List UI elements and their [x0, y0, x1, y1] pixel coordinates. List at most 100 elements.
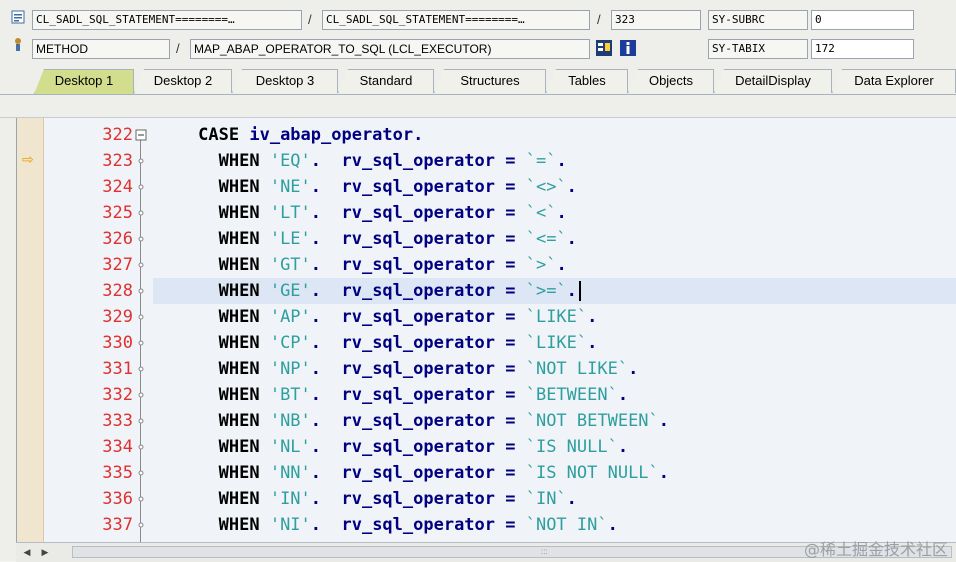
code-line[interactable]: WHEN 'NB'. rv_sql_operator = `NOT BETWEE… [147, 408, 956, 434]
string-literal: `>` [525, 255, 557, 275]
keyword: WHEN [147, 385, 270, 405]
code-line[interactable]: WHEN 'NL'. rv_sql_operator = `IS NULL`. [147, 434, 956, 460]
line-number: 336 [102, 489, 133, 509]
line-number: 326 [102, 229, 133, 249]
watermark: @稀土掘金技术社区 [803, 540, 948, 559]
code-line[interactable]: WHEN 'EQ'. rv_sql_operator = `=`. [147, 148, 956, 174]
tab-data-explorer[interactable]: Data Explorer [832, 69, 956, 93]
string-literal: `IN` [525, 489, 567, 509]
tab-detail-display[interactable]: DetailDisplay [714, 69, 832, 93]
keyword: WHEN [147, 307, 270, 327]
code-line[interactable]: WHEN 'NN'. rv_sql_operator = `IS NOT NUL… [147, 460, 956, 486]
source-code-editor[interactable]: 322 CASE iv_abap_operator. ⇨ 323 WHEN 'EQ'… [16, 118, 956, 542]
breakpoint-gutter[interactable] [17, 118, 44, 542]
code-line[interactable]: WHEN 'AP'. rv_sql_operator = `LIKE`. [147, 304, 956, 330]
code-line[interactable]: WHEN 'IN'. rv_sql_operator = `IN`. [147, 486, 956, 512]
variable-name-field[interactable]: SY-TABIX [708, 39, 808, 59]
assignment: . rv_sql_operator = [310, 203, 526, 223]
code-line[interactable]: WHEN 'NE'. rv_sql_operator = `<>`. [147, 174, 956, 200]
fold-node-icon [135, 304, 147, 330]
string-literal: 'CP' [269, 333, 311, 353]
tab-desktop-2[interactable]: Desktop 2 [134, 69, 232, 93]
period: . [566, 489, 577, 509]
info-icon[interactable] [620, 40, 636, 56]
string-literal: `>=` [525, 281, 567, 301]
fold-collapse-icon[interactable] [135, 122, 147, 148]
period: . [556, 255, 567, 275]
code-line[interactable]: WHEN 'CP'. rv_sql_operator = `LIKE`. [147, 330, 956, 356]
assignment: . rv_sql_operator = [310, 333, 526, 353]
program-icon[interactable] [10, 10, 26, 26]
line-number: 322 [102, 125, 133, 145]
period: . [566, 229, 577, 249]
period: . [566, 281, 577, 301]
tab-objects[interactable]: Objects [628, 69, 714, 93]
code-line[interactable]: CASE iv_abap_operator. [147, 122, 956, 148]
code-line[interactable]: WHEN 'LE'. rv_sql_operator = `<=`. [147, 226, 956, 252]
scrollbar-grip-icon[interactable]: ::: [541, 547, 548, 557]
variable-name-field[interactable]: SY-SUBRC [708, 10, 808, 30]
string-literal: 'LT' [269, 203, 311, 223]
tab-desktop-3[interactable]: Desktop 3 [232, 69, 338, 93]
line-number: 327 [102, 255, 133, 275]
tab-desktop-1[interactable]: Desktop 1 [34, 69, 134, 94]
string-literal: `IS NOT NULL` [525, 463, 659, 483]
string-literal: 'GT' [269, 255, 311, 275]
period: . [556, 151, 567, 171]
program-field[interactable]: CL_SADL_SQL_STATEMENT========… [32, 10, 302, 30]
string-literal: 'IN' [269, 489, 311, 509]
assignment: . rv_sql_operator = [310, 359, 526, 379]
assignment: . rv_sql_operator = [310, 385, 526, 405]
fold-node-icon [135, 252, 147, 278]
period: . [556, 203, 567, 223]
fold-node-icon [135, 278, 147, 304]
include-field[interactable]: CL_SADL_SQL_STATEMENT========… [322, 10, 590, 30]
fold-node-icon [135, 512, 147, 538]
variable-value-field[interactable]: 0 [811, 10, 914, 30]
assignment: . rv_sql_operator = [310, 515, 526, 535]
code-line[interactable]: WHEN 'GT'. rv_sql_operator = `>`. [147, 252, 956, 278]
string-literal: `NOT BETWEEN` [525, 411, 659, 431]
string-literal: `NOT LIKE` [525, 359, 629, 379]
keyword: WHEN [147, 333, 270, 353]
code-line[interactable]: WHEN 'BT'. rv_sql_operator = `BETWEEN`. [147, 382, 956, 408]
tab-standard[interactable]: Standard [338, 69, 434, 93]
code-line[interactable]: WHEN 'NP'. rv_sql_operator = `NOT LIKE`. [147, 356, 956, 382]
tab-tables[interactable]: Tables [546, 69, 628, 93]
fold-node-icon [135, 174, 147, 200]
code-line[interactable]: WHEN 'LT'. rv_sql_operator = `<`. [147, 200, 956, 226]
scroll-right-icon[interactable]: ▶ [38, 545, 52, 559]
scroll-left-icon[interactable]: ◀ [20, 545, 34, 559]
code-line[interactable]: WHEN 'NI'. rv_sql_operator = `NOT IN`. [147, 512, 956, 538]
fold-node-icon [135, 330, 147, 356]
event-type-field[interactable]: METHOD [32, 39, 170, 59]
assignment: . rv_sql_operator = [310, 437, 526, 457]
line-number: 330 [102, 333, 133, 353]
separator-slash: / [597, 12, 601, 27]
text-cursor [578, 281, 581, 301]
fold-node-icon [135, 434, 147, 460]
string-literal: `LIKE` [525, 307, 588, 327]
display-object-icon[interactable] [596, 40, 612, 56]
fold-node-icon [135, 460, 147, 486]
keyword: WHEN [147, 411, 270, 431]
keyword: WHEN [147, 281, 270, 301]
code-line[interactable]: WHEN 'GE'. rv_sql_operator = `>=`. [147, 278, 956, 304]
line-number: 325 [102, 203, 133, 223]
event-name-field[interactable]: MAP_ABAP_OPERATOR_TO_SQL (LCL_EXECUTOR) [190, 39, 590, 59]
tab-structures[interactable]: Structures [434, 69, 546, 93]
assignment: . rv_sql_operator = [310, 307, 526, 327]
keyword: WHEN [147, 489, 270, 509]
method-icon[interactable] [10, 37, 26, 53]
identifier: iv_abap_operator. [249, 125, 424, 145]
assignment: . rv_sql_operator = [310, 177, 526, 197]
line-number: 323 [102, 151, 133, 171]
header-row-event: METHOD / MAP_ABAP_OPERATOR_TO_SQL (LCL_E… [0, 37, 956, 61]
line-number-field[interactable]: 323 [611, 10, 701, 30]
string-literal: `IS NULL` [525, 437, 618, 457]
variable-value-field[interactable]: 172 [811, 39, 914, 59]
assignment: . rv_sql_operator = [310, 229, 526, 249]
string-literal: 'BT' [269, 385, 311, 405]
string-literal: `=` [525, 151, 557, 171]
assignment: . rv_sql_operator = [310, 255, 526, 275]
